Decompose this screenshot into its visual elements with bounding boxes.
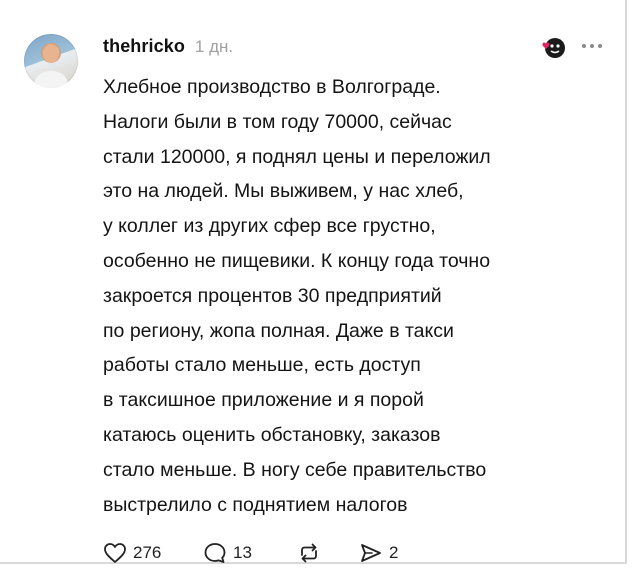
face-emoji-icon xyxy=(540,36,566,60)
timestamp: 1 дн. xyxy=(194,37,234,56)
post-text: Хлебное производство в Волгограде. Налог… xyxy=(103,70,613,522)
repost-icon xyxy=(301,543,317,563)
like-button[interactable]: 276 xyxy=(103,542,173,564)
post-text-line: выстрелило с поднятием налогов xyxy=(103,493,408,516)
avatar-head xyxy=(43,44,59,63)
post-text-line: стало меньше. В ногу себе правительство xyxy=(103,458,487,481)
repost-button[interactable] xyxy=(297,542,327,564)
post-text-line: в таксишное приложение и я порой xyxy=(103,389,424,412)
like-count: 276 xyxy=(133,543,162,562)
post-card: thehricko 1 дн. Хлебное производство в В… xyxy=(0,0,627,564)
post-text-line: особенно не пищевики. К концу года точно xyxy=(103,249,491,272)
action-bar: 276 13 2 xyxy=(103,540,398,566)
post-text-line: стали 120000, я поднял цены и переложил xyxy=(103,145,491,168)
send-icon xyxy=(361,544,381,562)
more-dot xyxy=(598,44,602,48)
comment-icon xyxy=(204,543,226,563)
username[interactable]: thehricko xyxy=(103,36,185,57)
post-text-line: закроется процентов 30 предприятий xyxy=(103,284,442,307)
comment-button[interactable]: 13 xyxy=(203,542,297,564)
more-dot xyxy=(590,44,594,48)
post-text-line: по региону, жопа полная. Даже в такси xyxy=(103,319,454,342)
post-text-line: Налоги были в том году 70000, сейчас xyxy=(103,110,452,133)
post-text-line: Хлебное производство в Волгограде. xyxy=(103,76,441,98)
comment-count: 13 xyxy=(233,543,252,562)
post-text-line: работы стало меньше, есть доступ xyxy=(103,354,421,377)
post-header: thehricko 1 дн. xyxy=(103,36,233,64)
more-icon[interactable] xyxy=(582,40,606,52)
avatar-shirt xyxy=(34,70,68,88)
more-dot xyxy=(582,44,586,48)
post-text-line: это на людей. Мы выживем, у нас хлеб, xyxy=(103,180,464,203)
avatar[interactable] xyxy=(24,34,78,88)
share-button[interactable]: 2 xyxy=(359,542,398,564)
post-text-line: у коллег из других сфер все грустно, xyxy=(103,215,436,238)
share-count: 2 xyxy=(389,543,399,562)
post-text-line: катаюсь оценить обстановку, заказов xyxy=(103,423,441,446)
heart-icon xyxy=(104,543,126,563)
